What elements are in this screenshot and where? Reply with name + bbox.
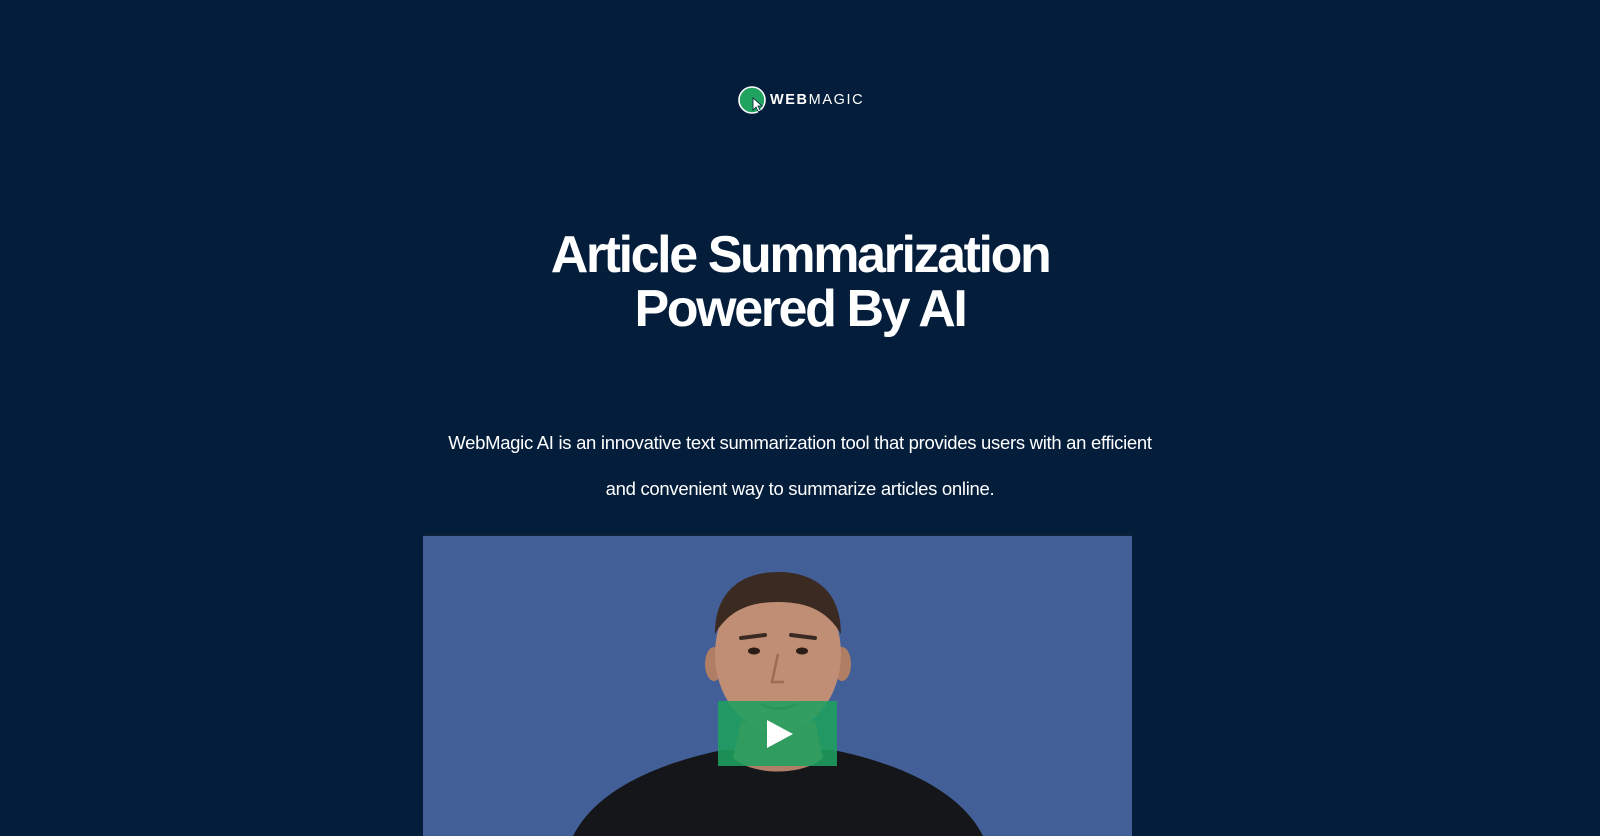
logo-wordmark-light: MAGIC (808, 92, 865, 108)
hero-description-line-2: and convenient way to summarize articles… (605, 478, 995, 499)
logo-wordmark-bold: WEB (770, 92, 809, 108)
play-icon (766, 719, 793, 748)
hero-description: WebMagic AI is an innovative text summar… (400, 420, 1200, 512)
video-player[interactable] (423, 534, 1132, 836)
hero-title: Article Summarization Powered By AI (0, 228, 1600, 336)
webmagic-logo[interactable]: WEBMAGIC (738, 84, 864, 116)
play-button[interactable] (718, 701, 837, 766)
hero-description-line-1: WebMagic AI is an innovative text summar… (448, 432, 1152, 453)
cursor-globe-logo-icon (738, 86, 766, 114)
hero-title-line-1: Article Summarization (550, 226, 1052, 284)
presenter-thumbnail (573, 572, 983, 836)
hero-title-line-2: Powered By AI (634, 280, 968, 338)
logo-wordmark: WEBMAGIC (770, 92, 864, 108)
